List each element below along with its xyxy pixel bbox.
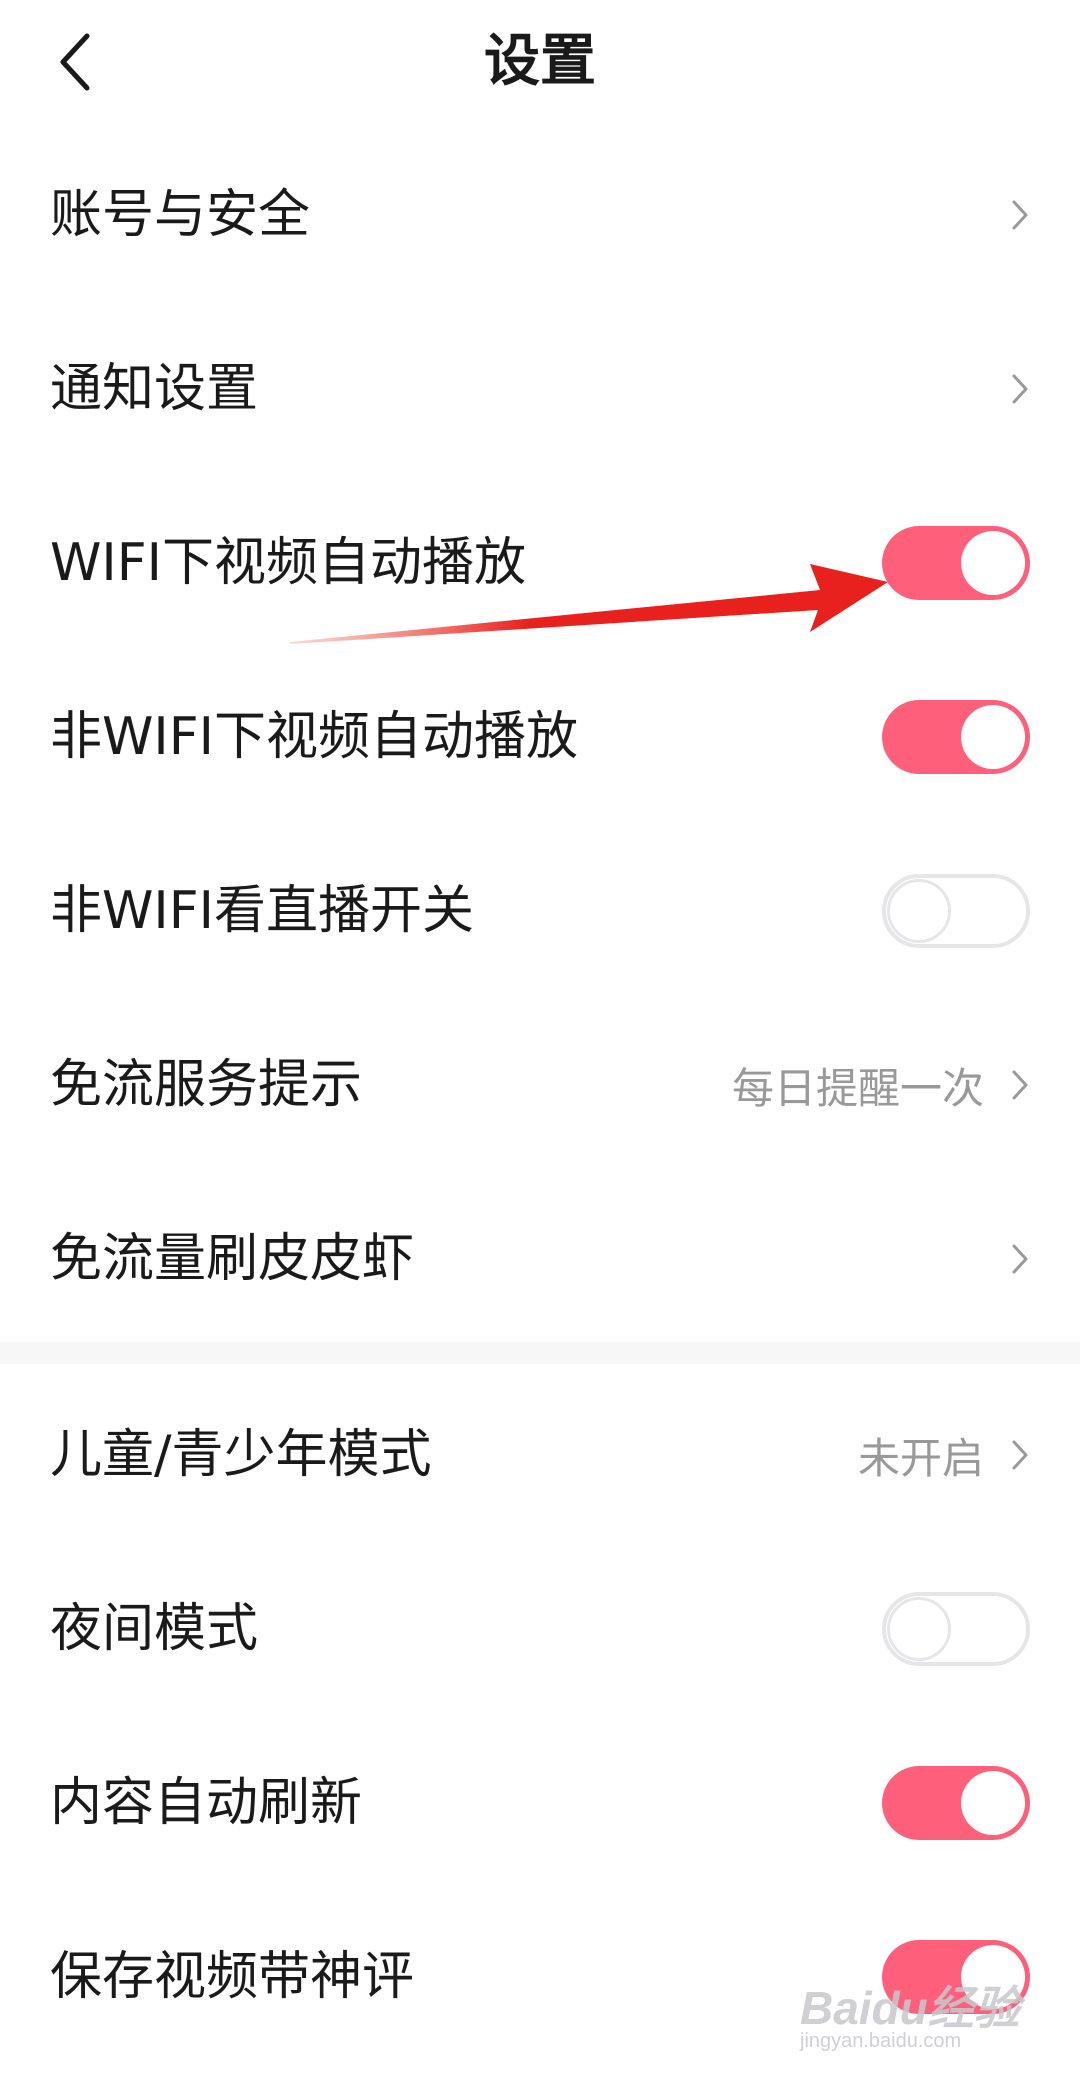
setting-row-wifi-autoplay: WIFI下视频自动播放	[0, 476, 1080, 650]
chevron-right-icon	[1012, 1070, 1028, 1100]
setting-label: 免流量刷皮皮虾	[50, 1229, 415, 1289]
setting-row-account-security[interactable]: 账号与安全	[0, 128, 1080, 302]
chevron-right-icon	[1012, 1440, 1028, 1470]
setting-label: 非WIFI看直播开关	[50, 881, 474, 941]
setting-label: 夜间模式	[50, 1599, 259, 1659]
section-divider	[0, 1342, 1080, 1364]
setting-row-auto-refresh: 内容自动刷新	[0, 1716, 1080, 1890]
setting-label: 儿童/青少年模式	[50, 1425, 432, 1485]
setting-row-night-mode: 夜间模式	[0, 1542, 1080, 1716]
auto-refresh-toggle[interactable]	[882, 1766, 1030, 1840]
setting-label: 账号与安全	[50, 185, 311, 245]
setting-row-notifications[interactable]: 通知设置	[0, 302, 1080, 476]
setting-value: 未开启	[857, 1433, 984, 1483]
toggle-knob	[887, 879, 951, 943]
setting-label: WIFI下视频自动播放	[50, 533, 526, 593]
setting-row-youth-mode[interactable]: 儿童/青少年模式 未开启	[0, 1368, 1080, 1542]
toggle-knob	[961, 531, 1025, 595]
chevron-right-icon	[1012, 200, 1028, 230]
setting-label: 保存视频带神评	[50, 1947, 415, 2007]
setting-label: 免流服务提示	[50, 1055, 363, 1115]
toggle-knob	[961, 1945, 1025, 2009]
setting-row-non-wifi-autoplay: 非WIFI下视频自动播放	[0, 650, 1080, 824]
toggle-knob	[961, 1771, 1025, 1835]
setting-row-save-with-comment: 保存视频带神评	[0, 1890, 1080, 2064]
setting-label: 内容自动刷新	[50, 1773, 363, 1833]
settings-group-1: 账号与安全 通知设置 WIFI下视频自动播放 非WIFI下视频自动播放 非WIF…	[0, 128, 1080, 1346]
setting-row-non-wifi-live: 非WIFI看直播开关	[0, 824, 1080, 998]
settings-group-2: 儿童/青少年模式 未开启 夜间模式 内容自动刷新 保存视频带神评	[0, 1368, 1080, 2064]
setting-value: 每日提醒一次	[731, 1063, 984, 1113]
toggle-knob	[961, 705, 1025, 769]
non-wifi-live-toggle[interactable]	[882, 874, 1030, 948]
night-mode-toggle[interactable]	[882, 1592, 1030, 1666]
toggle-knob	[887, 1597, 951, 1661]
setting-label: 非WIFI下视频自动播放	[50, 707, 578, 767]
page-title: 设置	[484, 29, 596, 94]
non-wifi-autoplay-toggle[interactable]	[882, 700, 1030, 774]
wifi-autoplay-toggle[interactable]	[882, 526, 1030, 600]
chevron-right-icon	[1012, 1244, 1028, 1274]
setting-row-free-data-reminder[interactable]: 免流服务提示 每日提醒一次	[0, 998, 1080, 1172]
save-with-comment-toggle[interactable]	[882, 1940, 1030, 2014]
chevron-right-icon	[1012, 374, 1028, 404]
setting-label: 通知设置	[50, 359, 259, 419]
setting-row-free-data-browse[interactable]: 免流量刷皮皮虾	[0, 1172, 1080, 1346]
header: 设置	[0, 0, 1080, 124]
